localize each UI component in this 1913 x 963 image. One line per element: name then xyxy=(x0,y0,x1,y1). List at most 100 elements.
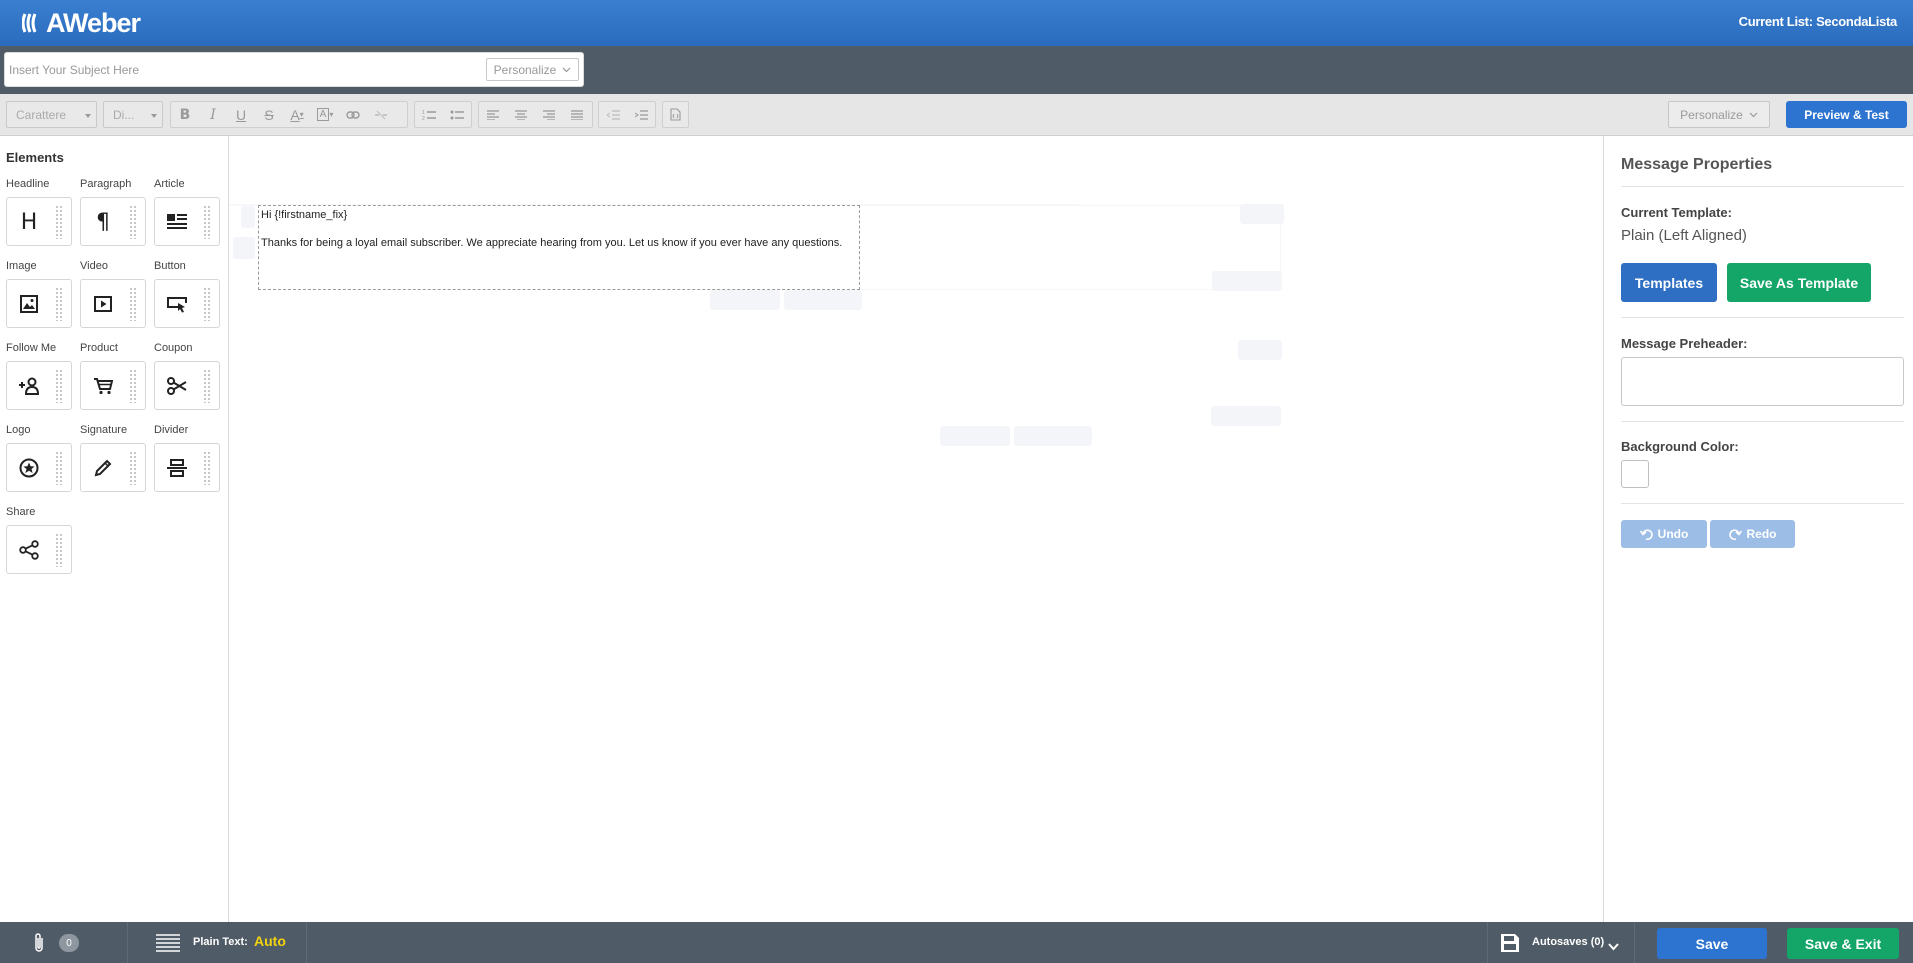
source-group xyxy=(662,101,689,128)
drag-handle-icon[interactable] xyxy=(203,369,211,403)
element-coupon[interactable]: Coupon xyxy=(154,342,220,410)
unlink-icon[interactable] xyxy=(367,102,395,127)
chevron-down-icon[interactable] xyxy=(1608,938,1619,956)
drag-handle-icon[interactable] xyxy=(55,451,63,485)
pen-icon xyxy=(91,456,115,480)
subject-input[interactable] xyxy=(9,59,479,81)
element-label: Follow Me xyxy=(6,342,57,354)
subject-personalize-dropdown[interactable]: Personalize xyxy=(486,58,579,81)
save-as-template-button[interactable]: Save As Template xyxy=(1727,263,1871,302)
drag-handle-icon[interactable] xyxy=(129,451,137,485)
ghost-page-tag xyxy=(1211,406,1281,426)
element-article[interactable]: Article xyxy=(154,178,220,246)
background-color-swatch[interactable] xyxy=(1621,460,1649,488)
highlight-color-icon[interactable]: A ▾ xyxy=(311,102,339,127)
drag-handle-icon[interactable] xyxy=(55,205,63,239)
drag-handle-icon[interactable] xyxy=(55,287,63,321)
scissors-icon xyxy=(165,374,189,398)
element-product[interactable]: Product xyxy=(80,342,146,410)
drag-handle-icon[interactable] xyxy=(55,369,63,403)
drag-handle-icon[interactable] xyxy=(203,451,211,485)
preheader-input[interactable] xyxy=(1621,357,1904,406)
align-justify-icon[interactable] xyxy=(563,102,591,127)
element-logo[interactable]: Logo xyxy=(6,424,72,492)
outdent-icon[interactable] xyxy=(599,102,627,127)
ordered-list-icon[interactable]: 12 xyxy=(415,102,443,127)
element-paragraph[interactable]: Paragraph ¶ xyxy=(80,178,146,246)
element-label: Divider xyxy=(154,424,189,436)
element-divider[interactable]: Divider xyxy=(154,424,220,492)
indent-icon[interactable] xyxy=(627,102,655,127)
email-text-block[interactable]: Hi {!firstname_fix} Thanks for being a l… xyxy=(258,205,860,290)
align-right-icon[interactable] xyxy=(535,102,563,127)
drag-handle-icon[interactable] xyxy=(129,205,137,239)
element-label: Share xyxy=(6,506,36,518)
font-color-icon[interactable]: A ▾ xyxy=(283,102,311,127)
paperclip-icon[interactable] xyxy=(33,932,45,959)
italic-icon[interactable]: I xyxy=(199,102,227,127)
divider xyxy=(1487,922,1488,963)
ghost-edit-tag xyxy=(1238,340,1282,360)
element-label: Signature xyxy=(80,424,128,436)
plain-text-value[interactable]: Auto xyxy=(254,933,286,949)
aweber-logo[interactable]: AWeber xyxy=(22,6,141,40)
templates-button[interactable]: Templates xyxy=(1621,263,1717,302)
align-left-icon[interactable] xyxy=(479,102,507,127)
follow-me-icon xyxy=(17,374,41,398)
element-label: Video xyxy=(80,260,108,272)
drag-handle-icon[interactable] xyxy=(203,287,211,321)
save-and-exit-button[interactable]: Save & Exit xyxy=(1787,928,1899,959)
indent-group xyxy=(598,101,656,128)
redo-button[interactable]: Redo xyxy=(1710,520,1795,548)
save-button[interactable]: Save xyxy=(1657,928,1767,959)
undo-icon xyxy=(1639,528,1653,540)
element-signature[interactable]: Signature xyxy=(80,424,146,492)
drag-handle-icon[interactable] xyxy=(203,205,211,239)
bold-icon[interactable]: B xyxy=(171,102,199,127)
element-headline[interactable]: Headline H xyxy=(6,178,72,246)
element-video[interactable]: Video xyxy=(80,260,146,328)
share-icon xyxy=(17,538,41,562)
divider xyxy=(306,922,307,963)
undo-button[interactable]: Undo xyxy=(1621,520,1707,548)
bottom-bar: 0 Plain Text: Auto Autosaves (0) Save Sa… xyxy=(0,922,1913,963)
element-label: Logo xyxy=(6,424,31,436)
drag-handle-icon[interactable] xyxy=(129,369,137,403)
align-center-icon[interactable] xyxy=(507,102,535,127)
plain-text-icon[interactable] xyxy=(156,934,180,959)
toolbar-personalize-dropdown[interactable]: Personalize xyxy=(1668,101,1770,128)
list-group: 12 xyxy=(414,101,472,128)
font-size-value: Di... xyxy=(113,107,135,122)
underline-icon[interactable]: U xyxy=(227,102,255,127)
current-list-value[interactable]: SecondaLista xyxy=(1816,14,1897,29)
unordered-list-icon[interactable] xyxy=(443,102,471,127)
drag-handle-icon[interactable] xyxy=(55,533,63,567)
divider xyxy=(1621,503,1904,504)
background-color-label: Background Color: xyxy=(1621,439,1739,454)
element-label: Image xyxy=(6,260,37,272)
email-body-text[interactable]: Thanks for being a loyal email subscribe… xyxy=(261,236,857,250)
current-list-label: Current List: xyxy=(1738,14,1813,29)
source-code-icon[interactable] xyxy=(663,102,688,127)
drag-handle-icon[interactable] xyxy=(129,287,137,321)
subject-personalize-label: Personalize xyxy=(493,62,557,77)
element-button[interactable]: Button xyxy=(154,260,220,328)
alignment-group xyxy=(478,101,593,128)
strikethrough-icon[interactable]: S xyxy=(255,102,283,127)
preview-test-button[interactable]: Preview & Test xyxy=(1786,101,1907,128)
font-size-select[interactable]: Di... xyxy=(103,101,163,128)
element-follow-me[interactable]: Follow Me xyxy=(6,342,72,410)
divider xyxy=(1621,186,1904,187)
link-icon[interactable] xyxy=(339,102,367,127)
element-image[interactable]: Image xyxy=(6,260,72,328)
ghost-copy-tag xyxy=(940,426,1010,446)
element-share[interactable]: Share xyxy=(6,506,72,574)
divider xyxy=(1634,922,1635,963)
paragraph-icon: ¶ xyxy=(96,209,110,235)
autosaves-label[interactable]: Autosaves (0) xyxy=(1532,936,1604,948)
toolbar-personalize-label: Personalize xyxy=(1680,107,1743,122)
logo-star-icon xyxy=(17,456,41,480)
video-icon xyxy=(91,292,115,316)
font-family-select[interactable]: Carattere xyxy=(6,101,97,128)
email-greeting[interactable]: Hi {!firstname_fix} xyxy=(261,208,857,222)
